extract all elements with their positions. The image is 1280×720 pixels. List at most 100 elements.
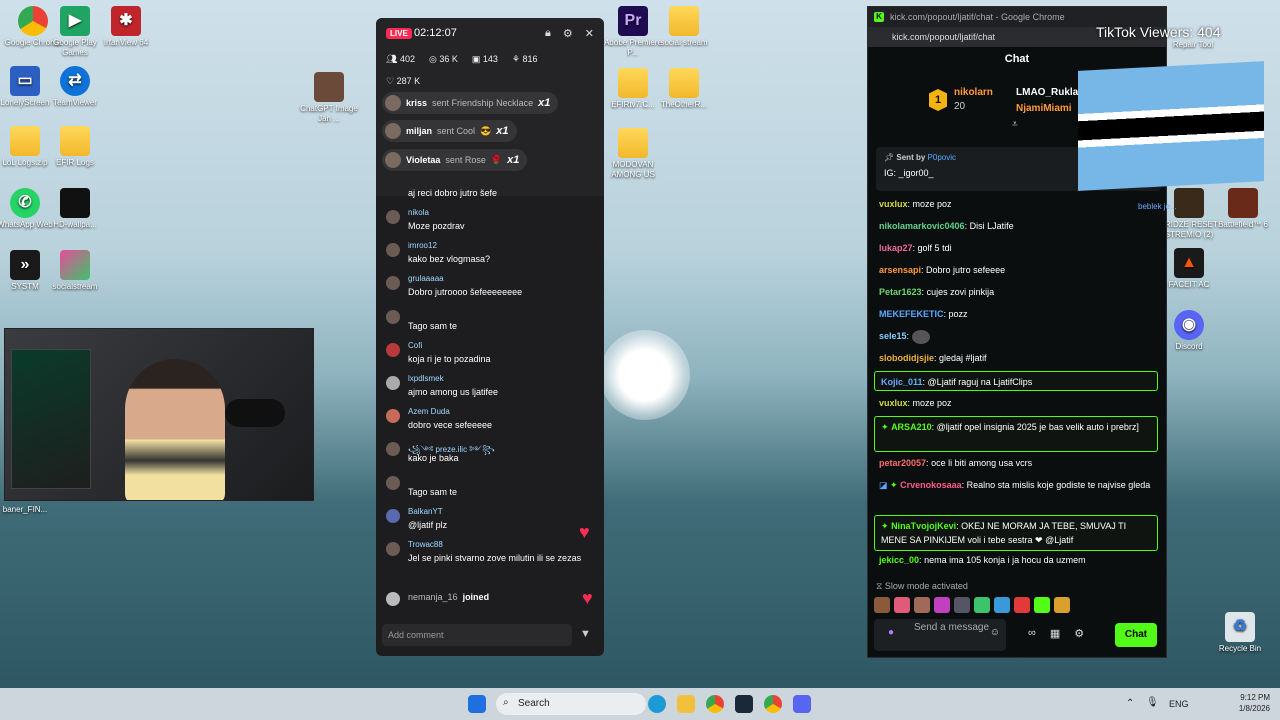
emote-icon[interactable] — [994, 597, 1010, 613]
subscriber-badge-icon: ✦ — [890, 480, 898, 490]
emote-icon[interactable] — [934, 597, 950, 613]
avatar — [386, 409, 400, 423]
heart-icon: ♥ — [579, 522, 590, 542]
avatar — [386, 343, 400, 357]
chat-message: slobodidjsjie: gledaj #ljatif — [879, 353, 987, 363]
language-indicator[interactable]: ENG — [1169, 699, 1189, 709]
live-duration: 02:12:07 — [414, 27, 457, 39]
gift-notification: miljan sent Cool 😎 x1 — [382, 120, 517, 142]
desktop-icon-recycle-bin[interactable]: ♻ Recycle Bin — [1207, 612, 1273, 654]
emote-icon[interactable] — [974, 597, 990, 613]
recycle-bin-icon: ♻ — [1225, 612, 1255, 642]
avatar — [386, 276, 400, 290]
sun — [600, 330, 690, 420]
chrome-alt-icon[interactable] — [764, 695, 782, 713]
emote-icon[interactable] — [914, 597, 930, 613]
infinity-icon[interactable]: ∞ — [1028, 627, 1036, 640]
chat-send-button[interactable]: Chat — [1115, 623, 1157, 647]
tray-chevron-icon[interactable]: ⌃ — [1126, 698, 1134, 709]
tiktok-header: LIVE 02:12:07 🔒︎ ⚙ ✕ 👥︎ 402 ◎ 36 K ▣ 143… — [376, 18, 604, 196]
gear-icon[interactable]: ⚙ — [563, 27, 573, 40]
emote-icon[interactable] — [1014, 597, 1030, 613]
chat-message: petar20057: oce li biti among usa vcrs — [879, 458, 1033, 468]
microphone — [225, 399, 285, 427]
premiere-icon: Pr — [618, 6, 648, 36]
tiktok-live-panel: LIVE 02:12:07 🔒︎ ⚙ ✕ 👥︎ 402 ◎ 36 K ▣ 143… — [376, 18, 604, 656]
emote-icon[interactable] — [954, 597, 970, 613]
avatar — [386, 376, 400, 390]
desktop-icon-teamviewer[interactable]: ⇄ TeamViewer — [42, 66, 108, 108]
add-comment-input[interactable]: Add comment — [382, 624, 572, 646]
leader-count: 20 — [954, 101, 966, 112]
heart-icon: ♥ — [582, 588, 593, 608]
chat-message: ◪ ✦ Crvenokosaaa: Realno sta mislis koje… — [879, 480, 1151, 490]
close-icon[interactable]: ✕ — [585, 27, 594, 40]
kick-logo-icon: K — [874, 12, 884, 22]
emote-icon[interactable] — [1054, 597, 1070, 613]
slow-mode-notice: ⧖ Slow mode activated — [876, 581, 968, 591]
desktop-icon-chatgpt-image[interactable]: ChatGPT Image Jan ... — [296, 72, 362, 124]
live-stats: 👥︎ 402 ◎ 36 K ▣ 143 ⚘ 816 — [386, 54, 538, 65]
desktop-icon-socialstream[interactable]: socialstream — [42, 250, 108, 292]
emote-icon[interactable] — [1034, 597, 1050, 613]
desktop-icon-modovan[interactable]: MODOVAN AMONG US — [600, 128, 666, 180]
second-leader: LMAO_Rukla — [1016, 87, 1079, 98]
avatar — [385, 123, 401, 139]
folder-icon — [669, 6, 699, 36]
folder-icon — [60, 126, 90, 156]
desktop-icon-irfanview[interactable]: ✱ IrfanView 64 — [93, 6, 159, 48]
folder-icon — [618, 128, 648, 158]
discord-icon[interactable] — [793, 695, 811, 713]
avatar — [386, 210, 400, 224]
filter-icon[interactable]: ▼ — [580, 628, 591, 640]
emote-bar — [874, 597, 1070, 613]
image-file-icon — [314, 72, 344, 102]
lock-icon[interactable]: 🔒︎ — [545, 27, 551, 40]
image-file-icon — [60, 188, 90, 218]
desktop-icon-efir-logs[interactable]: EFIR Logs — [42, 126, 108, 168]
desktop-icon-hd-wallpaper[interactable]: HD-wallpa... — [42, 188, 108, 230]
emoji-icon[interactable]: ☺ — [990, 627, 1000, 638]
rose-icon: 🌹 — [490, 154, 503, 165]
clock[interactable]: 9:12 PM 1/8/2026 — [1239, 692, 1270, 714]
views-stat: ◎ 36 K — [428, 54, 458, 64]
chrome-icon[interactable] — [706, 695, 724, 713]
desktop-icon-baner[interactable]: baner_FIN... — [0, 505, 58, 515]
live-badge: LIVE — [386, 28, 412, 39]
folder-icon — [669, 68, 699, 98]
side-tag: beblek je... — [1138, 202, 1177, 211]
desktop-icon-repair-tool[interactable]: Repair Tool — [1160, 40, 1226, 50]
gear-icon[interactable]: ⚙ — [1074, 627, 1084, 640]
gifts-stat: ▣ 143 — [471, 54, 498, 64]
search-icon: ⌕ — [503, 697, 509, 708]
chat-message: arsensapi: Dobro jutro sefeeee — [879, 265, 1006, 275]
desktop-icon-social-stream-folder[interactable]: social stream — [651, 6, 717, 48]
send-message-input[interactable]: ● Send a message ☺ — [874, 619, 1006, 651]
edge-icon[interactable] — [648, 695, 666, 713]
faceit-icon: ▲ — [1174, 248, 1204, 278]
taskbar-search[interactable]: ⌕ Search — [496, 693, 646, 715]
steam-icon[interactable] — [735, 695, 753, 713]
windows-start-icon[interactable] — [468, 695, 486, 713]
highlighted-message: ✦ NinaTvojojKevi: OKEJ NE MORAM JA TEBE,… — [874, 515, 1158, 551]
microphone-icon[interactable]: ● — [888, 627, 894, 638]
battlefield-icon — [1228, 188, 1258, 218]
streamer — [125, 359, 225, 500]
leader-name: nikolarn — [954, 87, 993, 98]
file-explorer-icon[interactable] — [677, 695, 695, 713]
chat-message: vuxlux: moze poz — [879, 398, 952, 408]
tiktok-header-icons: 🔒︎ ⚙ ✕ — [545, 27, 594, 40]
expand-icon[interactable]: ⩡ — [1012, 119, 1018, 130]
desktop-icon-theotherr[interactable]: TheOtherR... — [651, 68, 717, 110]
likes-stat: ♡ 287 K — [386, 76, 421, 86]
emote-icon[interactable] — [894, 597, 910, 613]
irfanview-icon: ✱ — [111, 6, 141, 36]
viewers-stat: 👥︎ 402 — [386, 54, 415, 64]
desktop-icon-battlefield[interactable]: Battlefield™ 6 — [1210, 188, 1276, 230]
chat-header: Chat — [1004, 53, 1030, 65]
store-icon[interactable]: ▦ — [1050, 627, 1060, 640]
lonelyscreen-icon: ▭ — [10, 66, 40, 96]
chat-message: vuxlux: moze poz — [879, 199, 952, 209]
emote-icon[interactable] — [874, 597, 890, 613]
microphone-tray-icon[interactable]: 🎙︎ — [1146, 697, 1159, 708]
